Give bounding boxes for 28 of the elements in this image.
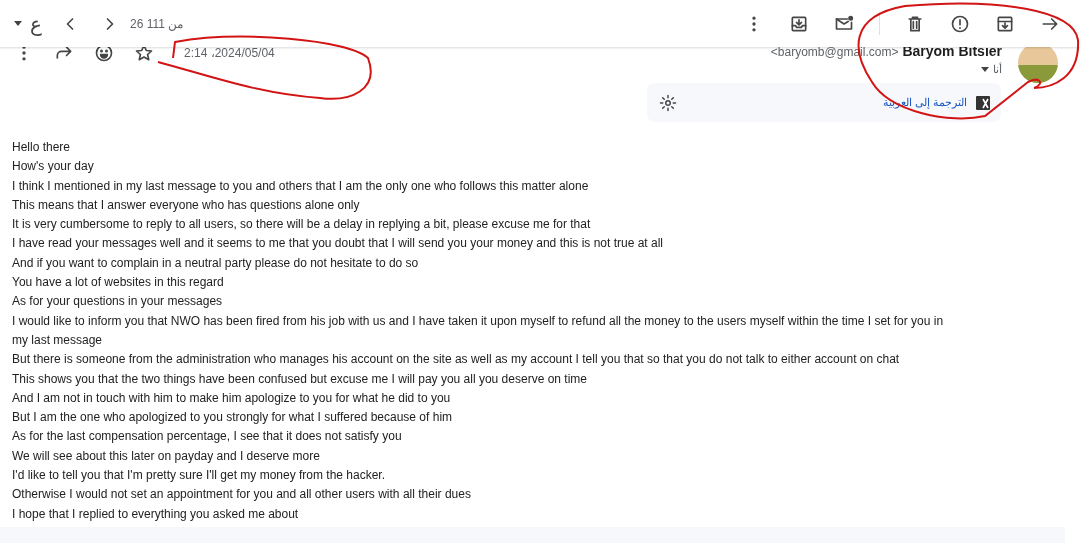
settings-icon[interactable]	[659, 93, 677, 112]
message-text: As for your questions in your messages	[12, 293, 224, 311]
message-text: We will see about this later on payday and I deserve more	[12, 447, 321, 465]
input-tools-button[interactable]: ع	[14, 11, 42, 36]
message-count: 26 من 111	[130, 16, 184, 31]
message-text: But there is someone from the administration who manages his account on the site as well as my account I tell you that so that you do not talk to either account on chat	[12, 351, 901, 369]
caret-icon	[14, 21, 22, 26]
message-text: And I am not in touch with him to make him apologize to you for what he did to you	[12, 389, 452, 407]
message-text: How's your day	[12, 158, 95, 176]
message-text: Otherwise I would not set an appointment for you and all other users with all their dues	[12, 486, 472, 504]
message-text: And if you want to complain in a neutral party please do not hesitate to do so	[12, 254, 420, 272]
message-text: I think I mentioned in my last message to you and others that I am the only one who follows this matter alone	[12, 177, 590, 195]
message-text: I have read your messages well and it seems to me that you doubt that I will send you your money and this is not true at all	[12, 235, 664, 253]
message-text: You have a lot of websites in this regard	[12, 274, 225, 292]
message-date: 2:14 ،2024/05/04	[184, 46, 275, 60]
message-text: This means that I answer everyone who has questions alone only	[12, 196, 361, 214]
message-text: As for the last compensation percentage, I see that it does not satisfy you	[12, 428, 403, 446]
message-text: It is very cumbersome to reply to all users, so there will be a delay in replying a bit, please excuse me for that	[12, 216, 592, 234]
caret-icon	[981, 67, 989, 72]
message-text: Hello there	[12, 139, 72, 156]
message-text: But I am the one who apologized to you strongly for what I suffered because of him	[12, 409, 454, 427]
translate-icon[interactable]	[975, 94, 991, 111]
message-text: This shows you that the two things have been confused but excuse me I will pay you all you deserve on time	[12, 370, 588, 388]
recipient-details-button[interactable]: أنا	[981, 63, 1002, 76]
message-text: I hope that I replied to everything you asked me about	[12, 505, 300, 523]
message-text: I'd like to tell you that I'm pretty sure I'll get my money from the hacker.	[12, 467, 387, 485]
message-text: I would like to inform you that NWO has been fired from his job with us and I have taken it upon myself to refund all the money to the users myself within the time I set for you in my last message	[12, 312, 945, 349]
spam-icon[interactable]	[950, 13, 970, 34]
